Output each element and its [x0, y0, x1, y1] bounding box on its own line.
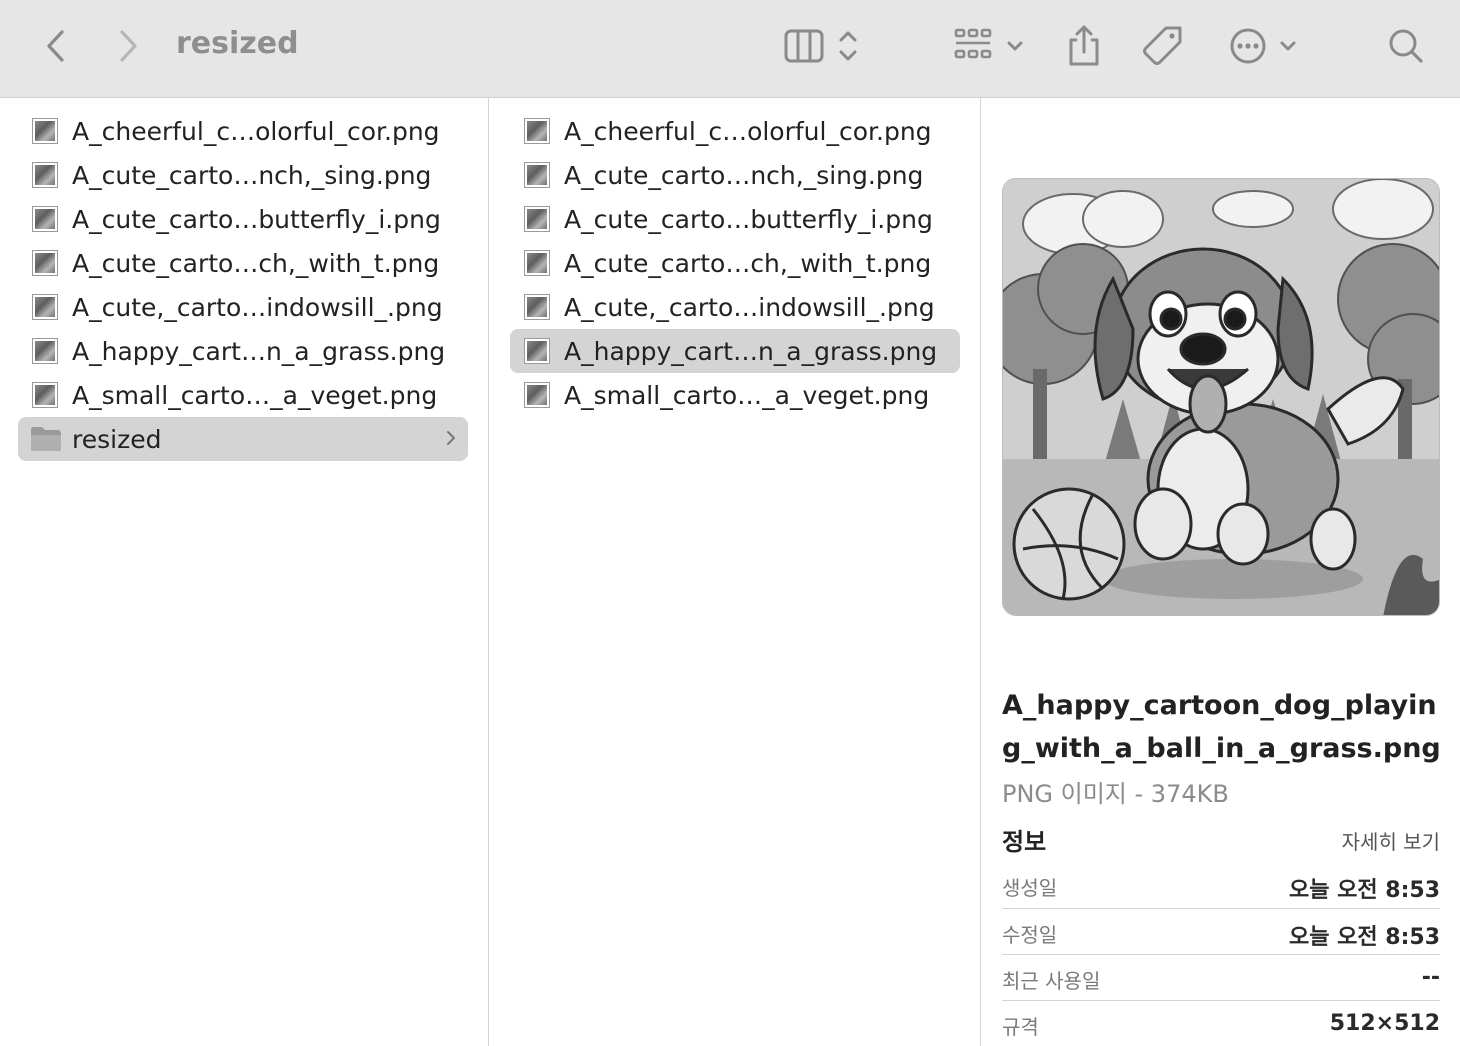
file-name: A_cute,_carto…indowsill_.png [72, 292, 443, 322]
file-name: A_cute_carto…ch,_with_t.png [564, 248, 932, 278]
file-name: A_cute_carto…butterfly_i.png [564, 204, 933, 234]
info-value: 오늘 오전 8:53 [1289, 878, 1440, 903]
info-row-created: 생성일 오늘 오전 8:53 [1002, 862, 1440, 908]
image-thumbnail-icon [524, 294, 550, 320]
image-thumbnail-icon [32, 250, 58, 276]
file-name: A_cute_carto…nch,_sing.png [564, 160, 924, 190]
toolbar: resized [0, 0, 1460, 98]
search-icon[interactable] [1386, 22, 1426, 70]
file-name: A_cute,_carto…indowsill_.png [564, 292, 935, 322]
folder-item-resized[interactable]: resized [18, 417, 468, 461]
info-heading: 정보 [1002, 828, 1047, 856]
file-name: A_small_carto…_a_veget.png [72, 380, 438, 410]
file-name: A_happy_cart…n_a_grass.png [72, 336, 446, 366]
file-name: A_small_carto…_a_veget.png [564, 380, 930, 410]
preview-kind: PNG 이미지 - 374KB [1002, 780, 1229, 808]
list-item[interactable]: A_cute_carto…nch,_sing.png [18, 153, 468, 197]
list-item[interactable]: A_cute_carto…nch,_sing.png [510, 153, 960, 197]
list-item[interactable]: A_happy_cart…n_a_grass.png [18, 329, 468, 373]
image-thumbnail-icon [32, 382, 58, 408]
info-row-last-opened: 최근 사용일 -- [1002, 954, 1440, 1000]
folder-icon [30, 426, 62, 452]
tag-icon[interactable] [1140, 22, 1186, 70]
list-item[interactable]: A_small_carto…_a_veget.png [18, 373, 468, 417]
list-item[interactable]: A_cheerful_c…olorful_cor.png [510, 109, 960, 153]
image-thumbnail-icon [32, 338, 58, 364]
info-label: 최근 사용일 [1002, 969, 1101, 993]
file-name: A_cute_carto…ch,_with_t.png [72, 248, 440, 278]
list-item[interactable]: A_cute_carto…ch,_with_t.png [510, 241, 960, 285]
column-parent: A_cheerful_c…olorful_cor.png A_cute_cart… [0, 98, 489, 1046]
info-value: 512×512 [1329, 1011, 1440, 1036]
image-thumbnail-icon [524, 206, 550, 232]
folder-name: resized [72, 424, 162, 454]
back-icon[interactable] [38, 22, 74, 70]
columns-view-icon[interactable] [782, 22, 866, 70]
column-folder-contents: A_cheerful_c…olorful_cor.png A_cute_cart… [489, 98, 981, 1046]
file-name: A_cheerful_c…olorful_cor.png [564, 116, 932, 146]
info-row-modified: 수정일 오늘 오전 8:53 [1002, 908, 1440, 954]
image-thumbnail-icon [524, 382, 550, 408]
share-icon[interactable] [1064, 22, 1104, 70]
list-item-selected[interactable]: A_happy_cart…n_a_grass.png [510, 329, 960, 373]
info-value: -- [1421, 965, 1440, 990]
image-thumbnail-icon [524, 162, 550, 188]
image-thumbnail-icon [32, 206, 58, 232]
list-item[interactable]: A_cute,_carto…indowsill_.png [18, 285, 468, 329]
image-thumbnail-icon [524, 250, 550, 276]
info-label: 생성일 [1002, 876, 1058, 900]
info-row-dimensions: 규격 512×512 [1002, 1000, 1440, 1046]
more-info-link[interactable]: 자세히 보기 [1342, 826, 1440, 855]
file-name: A_happy_cart…n_a_grass.png [564, 336, 938, 366]
file-name: A_cute_carto…nch,_sing.png [72, 160, 432, 190]
info-label: 규격 [1002, 1015, 1039, 1039]
preview-image [1002, 178, 1440, 616]
ellipsis-icon[interactable] [1226, 22, 1302, 70]
image-thumbnail-icon [32, 294, 58, 320]
image-thumbnail-icon [32, 162, 58, 188]
grid-group-icon[interactable] [952, 22, 1028, 70]
list-item[interactable]: A_cute_carto…ch,_with_t.png [18, 241, 468, 285]
forward-icon[interactable] [110, 22, 146, 70]
preview-filename: A_happy_cartoon_dog_playing_with_a_ball_… [1002, 690, 1441, 764]
list-item[interactable]: A_cute,_carto…indowsill_.png [510, 285, 960, 329]
file-name: A_cheerful_c…olorful_cor.png [72, 116, 440, 146]
chevron-right-icon [446, 427, 456, 451]
info-value: 오늘 오전 8:53 [1289, 925, 1440, 950]
info-label: 수정일 [1002, 923, 1058, 947]
image-thumbnail-icon [524, 118, 550, 144]
window-title: resized [176, 26, 299, 61]
list-item[interactable]: A_cheerful_c…olorful_cor.png [18, 109, 468, 153]
list-item[interactable]: A_cute_carto…butterfly_i.png [510, 197, 960, 241]
image-thumbnail-icon [32, 118, 58, 144]
file-name: A_cute_carto…butterfly_i.png [72, 204, 441, 234]
image-thumbnail-icon [524, 338, 550, 364]
list-item[interactable]: A_cute_carto…butterfly_i.png [18, 197, 468, 241]
list-item[interactable]: A_small_carto…_a_veget.png [510, 373, 960, 417]
